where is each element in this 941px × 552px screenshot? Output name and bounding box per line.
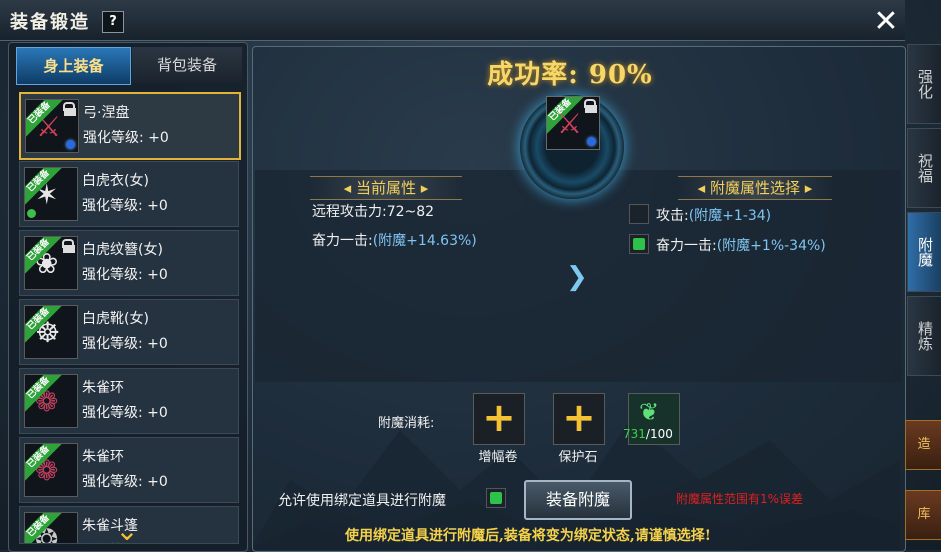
item-name: 弓·涅盘 [83, 105, 130, 121]
item-icon-slot: ☸ 已装备 [24, 305, 78, 359]
item-level: 强化等级: +0 [82, 474, 168, 490]
attr-label: 奋力一击: [312, 233, 373, 249]
arrow-right-icon: ❯ [566, 262, 588, 292]
item-icon-slot: ❁ 已装备 [24, 374, 78, 428]
current-attrs-header: ◂ 当前属性 ▸ [310, 176, 462, 200]
bound-warning: 使用绑定道具进行附魔后,装备将变为绑定状态,请谨慎选择! [345, 528, 711, 544]
lock-icon-body [64, 108, 76, 116]
equipment-list-item[interactable]: ❁ 已装备 朱雀环强化等级: +0 [19, 368, 239, 434]
item-level: 强化等级: +0 [83, 130, 169, 146]
material-count: 731/100 [623, 427, 673, 441]
item-name: 朱雀环 [82, 449, 124, 465]
success-rate: 成功率: 90% [487, 60, 653, 90]
item-level: 强化等级: +0 [82, 267, 168, 283]
window-title: 装备锻造 [10, 12, 90, 33]
item-icon-slot: ❁ 已装备 [24, 443, 78, 497]
tab-enchant[interactable]: 附魔 [907, 212, 941, 292]
warehouse-shortcut[interactable]: 库 [905, 490, 941, 540]
plus-icon: + [482, 395, 516, 441]
gem-icon [587, 137, 596, 146]
upgrade-icon [27, 209, 36, 218]
item-icon-slot: ❂ 已装备 [24, 512, 78, 543]
material-have: 731 [623, 427, 646, 441]
attr-value: (附魔+14.63%) [372, 233, 477, 249]
attr-label: 远程攻击力: [312, 204, 387, 220]
close-button[interactable]: ✕ [870, 6, 902, 38]
lock-icon-body [585, 105, 597, 113]
current-attr-line: 远程攻击力:72~82 [312, 201, 434, 221]
current-attrs-title: 当前属性 [355, 179, 416, 197]
equipment-list-item[interactable]: ❁ 已装备 朱雀环强化等级: +0 [19, 437, 239, 503]
allow-bound-label: 允许使用绑定道具进行附魔 [278, 493, 446, 509]
diamond-right-icon: ▸ [800, 179, 813, 197]
title-bar [0, 0, 905, 41]
tab-strengthen[interactable]: 强化 [907, 44, 941, 124]
selected-equipment-slot[interactable]: 已装备 ⚔ [546, 96, 600, 150]
lock-icon-body [63, 245, 75, 253]
tab-equipped[interactable]: 身上装备 [16, 47, 131, 85]
diamond-right-icon: ▸ [416, 179, 429, 197]
item-icon-slot: ❀ 已装备 [24, 236, 78, 290]
enchant-equip-button[interactable]: 装备附魔 [524, 480, 632, 520]
enchant-option[interactable]: 奋力一击:(附魔+1%-34%) [656, 235, 826, 255]
amplify-scroll-slot[interactable]: + [473, 393, 525, 445]
diamond-left-icon: ◂ [343, 179, 356, 197]
enchant-option-checkbox[interactable] [629, 234, 649, 254]
enchant-option-checkbox[interactable] [629, 204, 649, 224]
current-attr-line: 奋力一击:(附魔+14.63%) [312, 230, 477, 250]
cost-label: 附魔消耗: [378, 416, 435, 431]
enchant-attrs-title: 附魔属性选择 [709, 179, 800, 197]
diamond-left-icon: ◂ [697, 179, 710, 197]
equipment-list-item[interactable]: ⚔ 已装备 弓·涅盘强化等级: +0 [19, 92, 241, 160]
item-level: 强化等级: +0 [82, 198, 168, 214]
equipment-list-item[interactable]: ☸ 已装备 白虎靴(女) 强化等级: +0 [19, 299, 239, 365]
plus-icon: + [562, 395, 596, 441]
option-label: 攻击: [656, 208, 689, 224]
protect-stone-label: 保护石 [558, 450, 598, 465]
enchant-attrs-header: ◂ 附魔属性选择 ▸ [678, 176, 832, 200]
attr-value: 72~82 [386, 204, 435, 220]
tab-refine[interactable]: 精炼 [907, 296, 941, 376]
item-name: 白虎衣(女) [82, 173, 149, 189]
amplify-scroll-label: 增幅卷 [478, 450, 518, 465]
bow-icon: ⚔ [557, 107, 583, 140]
item-name: 白虎纹簪(女) [82, 242, 163, 258]
scroll-down-icon[interactable]: ⌄ [112, 516, 142, 546]
option-value: (附魔+1-34) [688, 208, 772, 224]
item-level: 强化等级: +0 [82, 336, 168, 352]
help-button[interactable]: ? [102, 11, 124, 33]
protect-stone-slot[interactable]: + [553, 393, 605, 445]
equipment-list-item[interactable]: ✶ 已装备 白虎衣(女) 强化等级: +0 [19, 161, 239, 227]
tab-backpack[interactable]: 背包装备 [132, 47, 242, 83]
item-name: 朱雀环 [82, 380, 124, 396]
item-icon-slot: ✶ 已装备 [24, 167, 78, 221]
material-need: /100 [645, 427, 673, 441]
enchant-option[interactable]: 攻击:(附魔+1-34) [656, 205, 771, 225]
jade-material-icon: ❦ [639, 398, 660, 426]
item-name: 白虎靴(女) [82, 311, 149, 327]
equipment-list-item[interactable]: ❀ 已装备 白虎纹簪(女) 强化等级: +0 [19, 230, 239, 296]
gem-icon [66, 140, 75, 149]
option-label: 奋力一击: [656, 238, 717, 254]
item-level: 强化等级: +0 [82, 405, 168, 421]
item-icon-slot: ⚔ 已装备 [25, 99, 79, 153]
allow-bound-checkbox[interactable] [486, 488, 506, 508]
tab-bless[interactable]: 祝福 [907, 128, 941, 208]
forge-shortcut[interactable]: 造 [905, 420, 941, 470]
range-note: 附魔属性范围有1%误差 [676, 492, 804, 506]
option-value: (附魔+1%-34%) [716, 238, 826, 254]
